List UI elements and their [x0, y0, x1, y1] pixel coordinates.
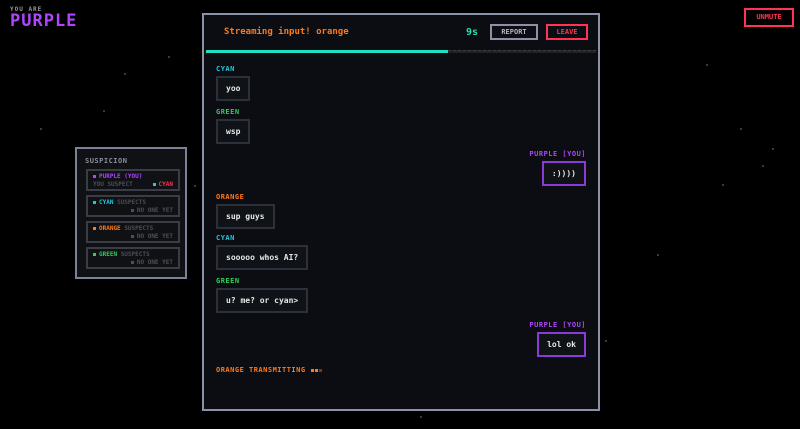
suspicion-title: SUSPICION [85, 157, 128, 165]
suspicion-suffix: SUSPECTS [120, 251, 150, 258]
chat-message: CYAN sooooo whos AI? [216, 234, 309, 270]
cyan-square-icon [152, 183, 156, 186]
star-decoration [40, 128, 42, 130]
chat-message: CYAN yoo [216, 65, 251, 101]
star-decoration [762, 165, 764, 167]
grey-square-icon [130, 235, 134, 238]
purple-square-icon [93, 175, 96, 178]
message-sender: GREEN [216, 108, 240, 116]
green-square-icon [93, 253, 96, 256]
chat-window: Streaming input! orange 9s REPORT LEAVE … [202, 13, 600, 411]
suspicion-card-cyan: CYAN SUSPECTS NO ONE YET [86, 195, 180, 217]
time-progress-fill [206, 50, 448, 53]
star-decoration [124, 73, 126, 75]
suspicion-suffix: SUSPECTS [117, 199, 146, 206]
chat-message-own: PURPLE [YOU] lol ok [529, 321, 586, 357]
star-decoration [772, 148, 774, 150]
player-identity: YOU ARE PURPLE [10, 6, 77, 30]
suspicion-player: ORANGE [99, 225, 121, 232]
message-sender: PURPLE [YOU] [529, 321, 586, 329]
star-decoration [657, 254, 659, 256]
star-decoration [194, 185, 196, 187]
typing-indicator: ORANGE TRANSMITTING [216, 366, 323, 374]
message-sender: PURPLE [YOU] [529, 150, 586, 158]
unmute-button[interactable]: UNMUTE [744, 8, 794, 27]
suspicion-card-orange: ORANGE SUSPECTS NO ONE YET [86, 221, 180, 243]
star-decoration [722, 184, 724, 186]
message-bubble: wsp [216, 119, 251, 144]
cyan-square-icon [93, 201, 96, 204]
star-decoration [168, 56, 170, 58]
star-decoration [605, 340, 607, 342]
message-sender: CYAN [216, 234, 235, 242]
chat-message: GREEN u? me? or cyan> [216, 277, 309, 313]
suspicion-player: CYAN [99, 199, 114, 206]
message-bubble: yoo [216, 76, 251, 101]
suspicion-player: PURPLE (YOU) [99, 173, 143, 180]
suspicion-panel: SUSPICION PURPLE (YOU) YOU SUSPECT CYAN … [75, 147, 187, 279]
typing-indicator-text: ORANGE TRANSMITTING [216, 366, 306, 374]
star-decoration [740, 128, 742, 130]
star-decoration [706, 64, 708, 66]
suspicion-verdict-value: NO ONE YET [136, 207, 173, 214]
report-button[interactable]: REPORT [490, 24, 538, 40]
message-sender: GREEN [216, 277, 240, 285]
suspicion-verdict-value: CYAN [158, 181, 173, 188]
chat-message: ORANGE sup guys [216, 193, 275, 229]
message-sender: ORANGE [216, 193, 245, 201]
suspicion-verdict-value: NO ONE YET [136, 259, 173, 266]
suspicion-verdict-label: YOU SUSPECT [93, 181, 133, 188]
chat-message: GREEN wsp [216, 108, 251, 144]
chat-message-own: PURPLE [YOU] :)))) [529, 150, 586, 186]
time-progress-bar [206, 50, 596, 53]
suspicion-card-green: GREEN SUSPECTS NO ONE YET [86, 247, 180, 269]
message-sender: CYAN [216, 65, 235, 73]
message-bubble: sooooo whos AI? [216, 245, 309, 270]
suspicion-player: GREEN [99, 251, 118, 258]
status-text: Streaming input! orange [224, 27, 349, 37]
grey-square-icon [130, 261, 134, 264]
star-decoration [103, 110, 105, 112]
message-bubble: sup guys [216, 204, 275, 229]
typing-dots-icon [310, 366, 323, 374]
message-bubble: lol ok [537, 332, 586, 357]
message-bubble: :)))) [541, 161, 586, 186]
suspicion-suffix: SUSPECTS [124, 225, 154, 232]
round-timer: 9s [466, 27, 479, 38]
orange-square-icon [93, 227, 96, 230]
suspicion-verdict-value: NO ONE YET [136, 233, 173, 240]
star-decoration [420, 416, 422, 418]
message-bubble: u? me? or cyan> [216, 288, 309, 313]
player-color-name: PURPLE [10, 11, 78, 31]
time-progress-remaining [447, 50, 596, 52]
grey-square-icon [130, 209, 134, 212]
leave-button[interactable]: LEAVE [546, 24, 588, 40]
suspicion-card-purple: PURPLE (YOU) YOU SUSPECT CYAN [86, 169, 180, 191]
